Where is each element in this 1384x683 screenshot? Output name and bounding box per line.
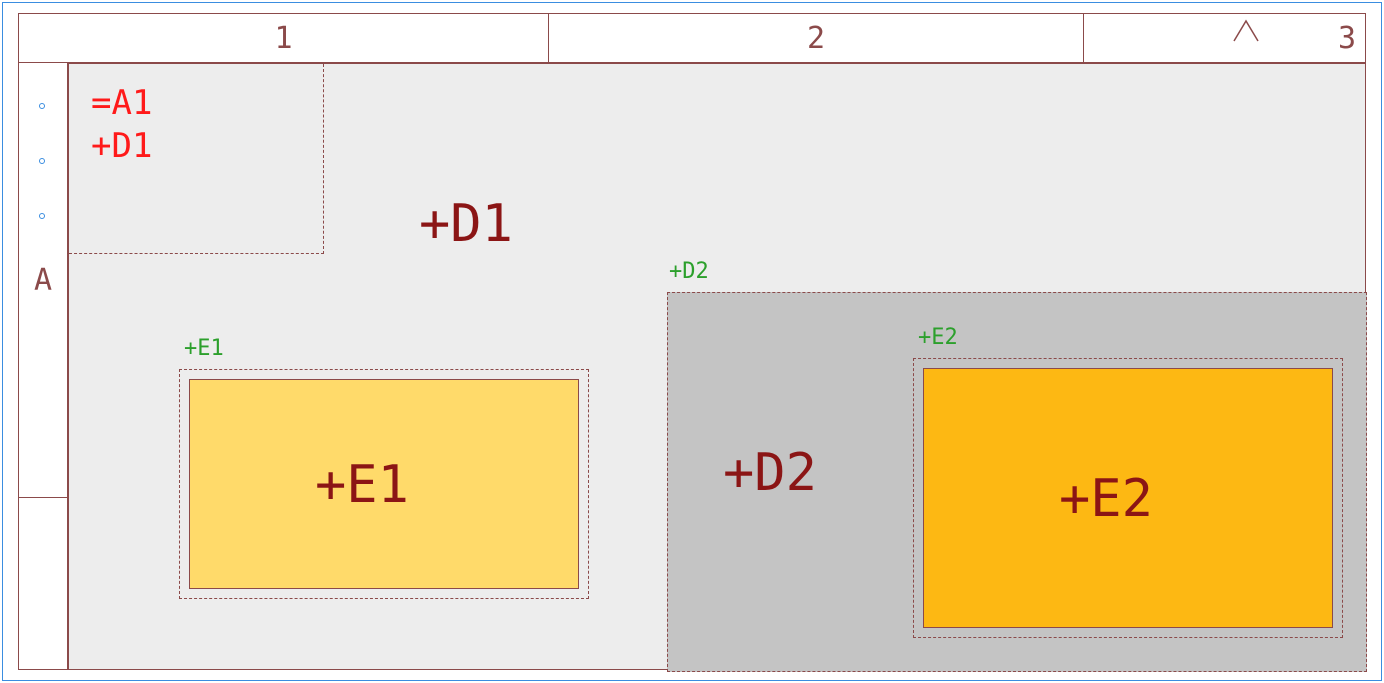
gutter-marker-icon [39,158,45,164]
row-label: A [34,263,52,298]
box-label-e1: +E1 [315,455,409,515]
column-header-2: 2 [549,14,1084,62]
row-header-a: A [19,63,67,498]
column-label: 1 [274,21,292,56]
location-box-e2[interactable]: +E2 [923,368,1333,628]
structure-id-line1: =A1 [91,82,301,125]
column-label: 3 [1338,21,1356,56]
column-label: 2 [807,21,825,56]
location-box-d2[interactable]: +D2 +E2 +E2 [667,292,1367,672]
structure-id-line2: +D1 [91,125,301,168]
box-label-d2: +D2 [723,443,817,503]
chevron-up-icon [1228,17,1264,52]
drawing-area[interactable]: =A1 +D1 +D1 +E1 +E1 +D2 +D2 +E2 +E2 [68,63,1366,670]
gutter-marker-icon [39,213,45,219]
box-tag-e1: +E1 [184,336,224,361]
row-ruler: A [18,63,68,670]
column-ruler: 1 2 3 [18,13,1366,63]
box-label-e2: +E2 [1059,469,1153,529]
location-box-e1[interactable]: +E1 [189,379,579,589]
structure-label-box[interactable]: =A1 +D1 [69,64,324,254]
box-label-d1: +D1 [419,194,513,254]
box-tag-d2: +D2 [669,259,709,284]
drawing-viewport: 1 2 3 A =A1 +D1 +D1 +E1 +E1 +D2 +D2 [2,2,1382,681]
column-header-1: 1 [19,14,549,62]
gutter-marker-icon [39,103,45,109]
box-tag-e2: +E2 [918,325,958,350]
